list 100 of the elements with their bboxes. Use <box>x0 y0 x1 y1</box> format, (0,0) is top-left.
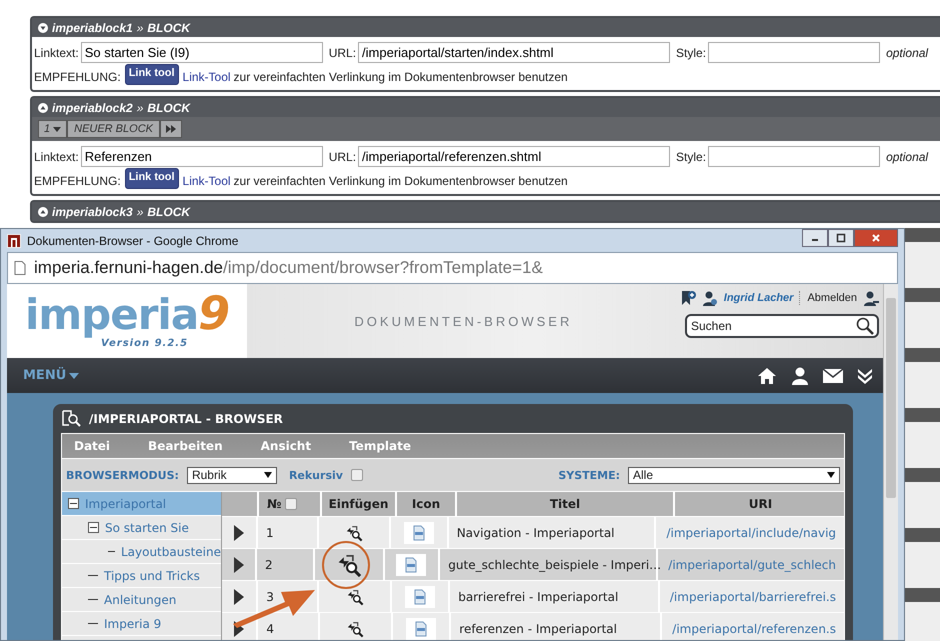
double-chevron-icon[interactable] <box>857 368 873 384</box>
bookmark-add-icon[interactable] <box>680 290 696 306</box>
logo-number: 9 <box>198 290 230 336</box>
table-row[interactable]: 1 Navigation - Imperiaportal /imperiaportal/include/navig <box>222 517 844 549</box>
expand-row-icon[interactable] <box>234 588 244 604</box>
user-name-link[interactable]: Ingrid Lacher <box>724 292 794 304</box>
separator: » <box>136 100 144 114</box>
tree-item[interactable]: Layoutbausteine <box>62 540 221 564</box>
app-icon <box>7 234 21 248</box>
block-type: BLOCK <box>147 204 190 218</box>
url-field[interactable]: /imperiaportal/starten/index.shtml <box>358 42 670 63</box>
table-row[interactable]: 4 referenzen - Imperiaportal /imperiaportal/referenzen.s <box>222 613 844 640</box>
linktext-field[interactable]: Referenzen <box>80 146 323 167</box>
mode-label: BROWSERMODUS: <box>66 468 179 482</box>
mode-dropdown[interactable]: Rubrik <box>186 466 277 484</box>
caret-icon <box>53 126 62 132</box>
insert-search-icon[interactable] <box>346 588 364 606</box>
row-number: 2 <box>265 558 273 572</box>
expand-row-icon[interactable] <box>234 524 244 540</box>
systems-label: SYSTEME: <box>558 468 620 482</box>
table-row[interactable]: 2 gute_schlechte_beispiele - Imperi… /imperiaportal/gute_schlech <box>222 549 844 581</box>
mail-icon[interactable] <box>823 368 843 382</box>
column-header[interactable]: URI <box>675 492 844 516</box>
separator: » <box>136 20 144 34</box>
recommendation-text: zur vereinfachten Verlinkung im Dokumentenbrowser benutzen <box>234 174 568 188</box>
expand-icon[interactable] <box>38 206 48 216</box>
tree-item[interactable]: Imperia 9 <box>62 612 221 636</box>
block-type: BLOCK <box>147 20 190 34</box>
menu-button[interactable]: MENÜ <box>23 368 80 383</box>
systems-dropdown[interactable]: Alle <box>628 466 840 484</box>
window-title: Dokumenten-Browser - Google Chrome <box>27 234 238 248</box>
insert-search-icon[interactable] <box>346 620 364 638</box>
block-type: BLOCK <box>147 100 190 114</box>
link-tool-link[interactable]: Link-Tool <box>182 70 231 84</box>
tree-item[interactable]: So starten Sie <box>62 516 221 540</box>
column-header[interactable]: № <box>267 497 282 511</box>
highlight-circle <box>322 541 370 589</box>
uri-link[interactable]: /imperiaportal/include/navig <box>666 526 836 540</box>
block-count-dropdown[interactable]: 1 <box>38 120 68 138</box>
select-all-checkbox[interactable] <box>285 498 298 510</box>
recommendation-label: EMPFEHLUNG: <box>34 70 121 84</box>
document-title: barrierefrei - Imperiaportal <box>458 590 618 604</box>
close-icon <box>871 233 881 243</box>
search-field[interactable]: Suchen <box>685 314 879 338</box>
field-label: URL: <box>328 46 356 60</box>
maximize-button[interactable] <box>828 229 854 247</box>
insert-search-icon[interactable] <box>344 524 363 542</box>
caret-icon <box>264 472 272 478</box>
row-number: 3 <box>266 590 274 604</box>
tree-item[interactable]: Anleitungen <box>62 588 221 612</box>
block-title: imperiablock3 <box>52 204 133 218</box>
collapse-icon[interactable] <box>38 22 48 32</box>
style-field[interactable] <box>708 42 880 63</box>
expand-icon[interactable] <box>38 102 48 112</box>
url-field[interactable]: /imperiaportal/referenzen.shtml <box>358 146 670 167</box>
style-field[interactable] <box>708 146 880 167</box>
uri-link[interactable]: /imperiaportal/barrierefrei.s <box>670 590 836 604</box>
user-icon[interactable] <box>791 366 809 384</box>
optional-note: optional <box>886 150 928 164</box>
block-title: imperiablock2 <box>52 100 133 114</box>
block-title: imperiablock1 <box>52 20 133 34</box>
forward-button[interactable] <box>160 120 182 138</box>
document-title: gute_schlechte_beispiele - Imperi… <box>448 558 662 572</box>
link-tool-button[interactable]: Link tool <box>124 168 179 189</box>
link-tool-button[interactable]: Link tool <box>124 64 179 85</box>
address-bar[interactable]: imperia.fernuni-hagen.de/imp/document/browser?fromTemplate=1& <box>7 252 898 284</box>
field-label: Style: <box>676 46 706 60</box>
home-icon[interactable] <box>757 366 777 384</box>
field-label: Linktext: <box>34 46 79 60</box>
caret-icon <box>827 472 835 478</box>
tree-item[interactable]: Tipps und Tricks <box>62 564 221 588</box>
collapse-icon[interactable] <box>88 522 99 533</box>
recursive-label: Rekursiv <box>288 468 343 482</box>
collapse-icon[interactable] <box>68 498 79 509</box>
page-title: DOKUMENTEN-BROWSER <box>353 313 574 331</box>
field-label: Linktext: <box>34 150 79 164</box>
linktext-field[interactable]: So starten Sie (I9) <box>80 42 323 63</box>
page-icon <box>14 261 26 275</box>
version-text: Version 9.2.5 <box>101 338 188 349</box>
logout-user-icon[interactable] <box>863 290 879 306</box>
uri-link[interactable]: /imperiaportal/referenzen.s <box>672 622 836 636</box>
panel-title: /IMPERIAPORTAL - BROWSER <box>89 412 283 426</box>
field-label: Style: <box>676 150 706 164</box>
scrollbar[interactable] <box>883 284 898 640</box>
new-block-button[interactable]: NEUER BLOCK <box>67 120 160 138</box>
row-number: 4 <box>266 622 274 636</box>
caret-icon <box>69 372 80 378</box>
minimize-button[interactable] <box>802 229 828 247</box>
search-icon[interactable] <box>856 317 874 335</box>
recommendation-label: EMPFEHLUNG: <box>34 174 121 188</box>
link-tool-link[interactable]: Link-Tool <box>182 174 231 188</box>
recursive-checkbox[interactable] <box>350 469 363 481</box>
document-title: Navigation - Imperiaportal <box>456 526 615 540</box>
expand-row-icon[interactable] <box>234 556 244 572</box>
separator: » <box>136 204 144 218</box>
table-row[interactable]: 3 barrierefrei - Imperiaportal /imperiaportal/barrierefrei.s <box>222 581 844 613</box>
document-icon <box>404 556 418 572</box>
close-button[interactable] <box>854 229 898 247</box>
recommendation-text: zur vereinfachten Verlinkung im Dokumentenbrowser benutzen <box>234 70 568 84</box>
logout-link[interactable]: Abmelden <box>807 292 857 304</box>
